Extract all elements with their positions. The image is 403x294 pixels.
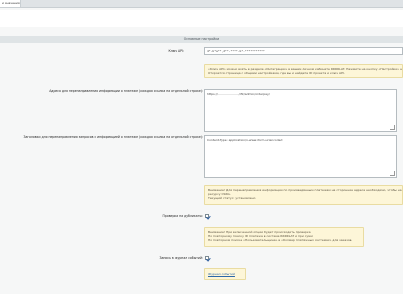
request-headers-label: Заголовки для перенаправления запросов с… (23, 135, 203, 139)
headers-note: Внимание! Для перенаправления информации… (204, 185, 403, 205)
redirect-url-value: https://…………………/rfk/admin/orderpay/ (207, 92, 270, 96)
note-line: Откроется страница с общими настройками,… (208, 71, 345, 76)
log-label: Запись в журнал событий: (159, 256, 204, 260)
tab-settings[interactable]: и значения (0, 0, 21, 7)
duplicates-checkbox[interactable] (205, 214, 209, 218)
tab-bar: и значения (0, 0, 403, 8)
log-note: Журнал событий (204, 268, 246, 280)
request-headers-field[interactable]: Content-Type: application/x-www-form-url… (204, 135, 397, 178)
request-headers-value: Content-Type: application/x-www-form-url… (207, 138, 283, 142)
resize-handle-icon[interactable] (390, 125, 395, 130)
api-key-field[interactable]: 4*-b*a**,d**-****-b*-*********** (204, 47, 403, 55)
note-line: Внимание! Для перенаправления информации… (208, 188, 403, 192)
note-line: По повторном поиске «Пользовательщина» в… (208, 238, 353, 243)
api-key-note: «Ключ API» можно взять в разделе «Интегр… (204, 64, 403, 78)
log-checkbox[interactable] (205, 256, 209, 260)
top-strip (0, 10, 403, 27)
redirect-url-label: Адреса для перенаправления информации о … (49, 89, 203, 93)
note-line: Текущий статус: установлено (208, 196, 256, 201)
event-log-link[interactable]: Журнал событий (208, 272, 235, 276)
duplicates-label: Проверка на дубликаты: (162, 214, 203, 218)
section-title: Основные настройки (0, 36, 403, 43)
redirect-url-field[interactable]: https://…………………/rfk/admin/orderpay/ (204, 89, 397, 132)
api-key-label: Ключ API: (168, 49, 184, 53)
duplicates-note: Внимание! При включенной опции будет про… (204, 227, 364, 247)
resize-handle-icon[interactable] (390, 171, 395, 176)
